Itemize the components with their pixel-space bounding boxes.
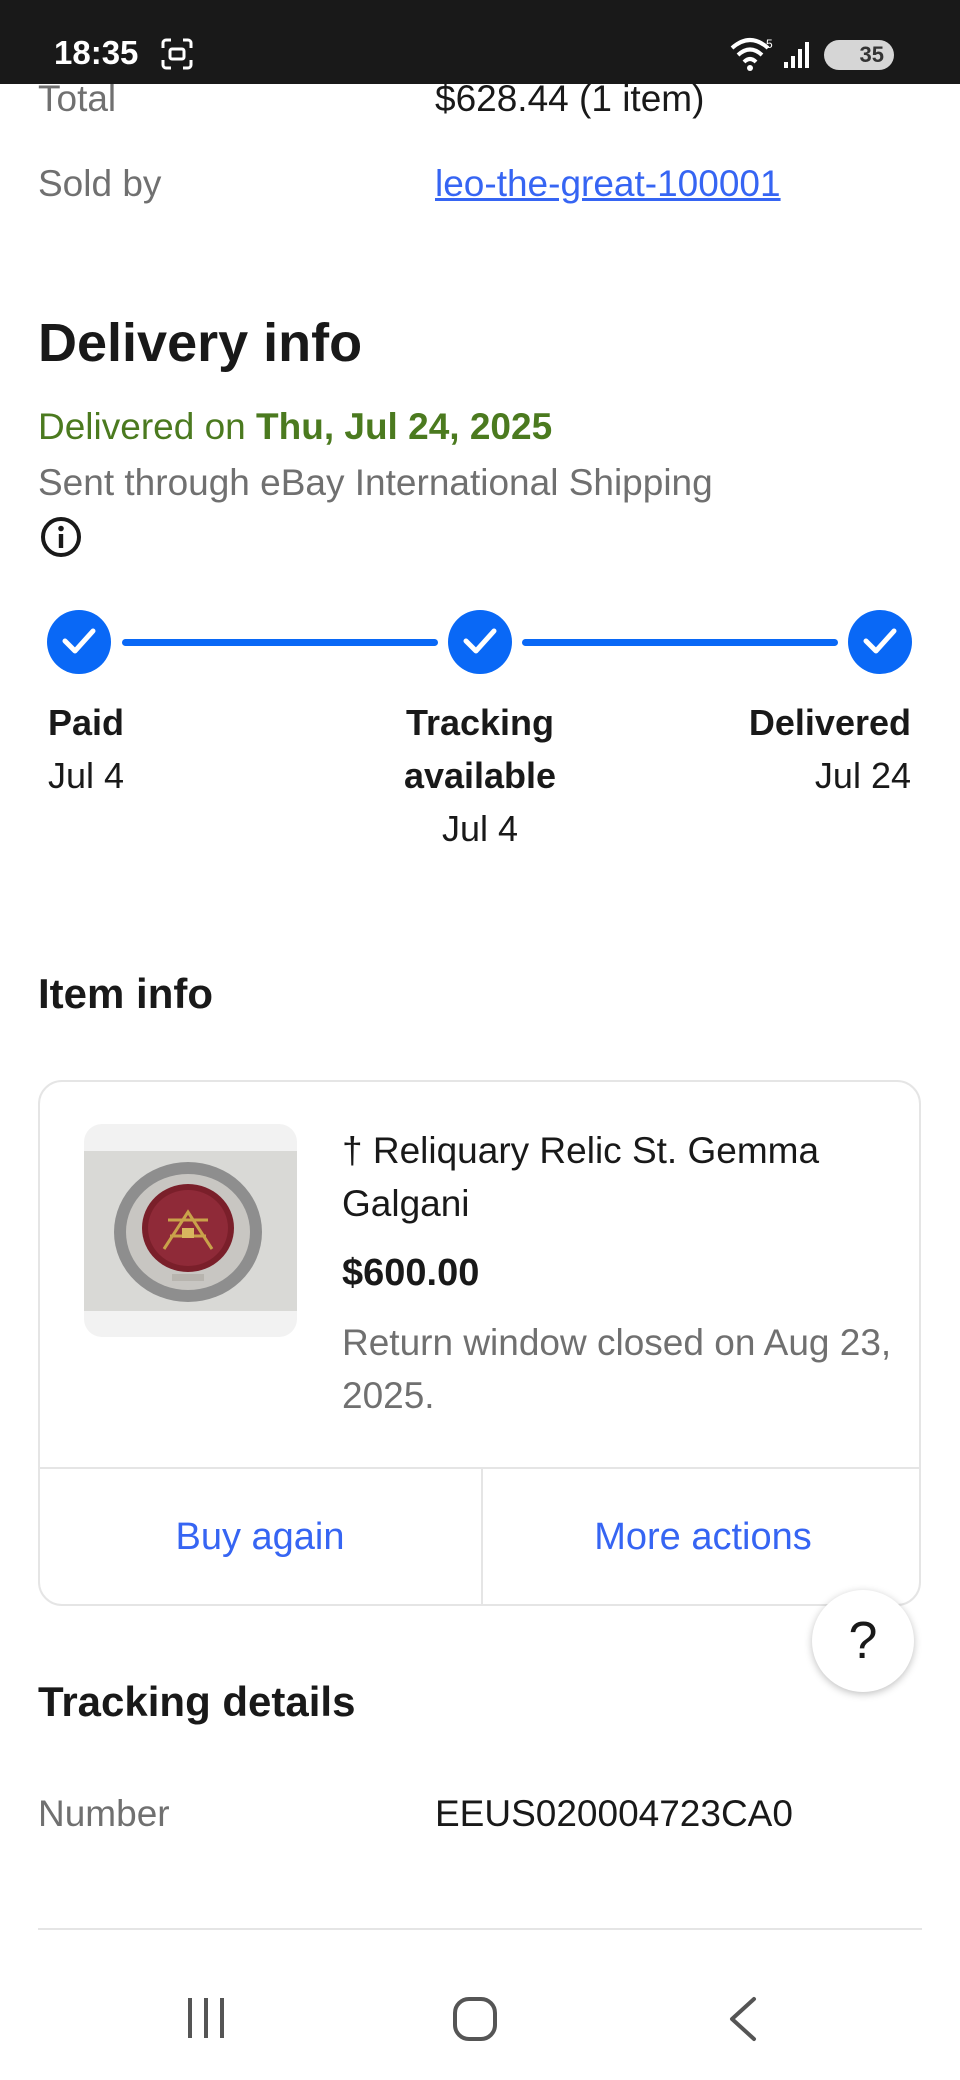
item-thumbnail[interactable]: [84, 1124, 297, 1337]
delivered-date: Thu, Jul 24, 2025: [256, 406, 553, 447]
status-time: 18:35: [54, 34, 139, 71]
item-price: $600.00: [342, 1252, 480, 1294]
recent-apps-icon[interactable]: [184, 1996, 228, 2045]
item-title-link[interactable]: † Reliquary Relic St. Gemma Galgani: [342, 1124, 882, 1230]
tracking-number-label: Number: [38, 1793, 170, 1834]
battery-indicator: 35: [824, 40, 894, 70]
tracking-number-value: EEUS020004723CA0: [435, 1793, 793, 1834]
step-delivered-label: Delivered: [748, 702, 911, 743]
step-delivered-check-icon: [848, 610, 912, 674]
more-actions-button[interactable]: More actions: [483, 1469, 923, 1606]
step-paid-check-icon: [47, 610, 111, 674]
step-paid-date: Jul 4: [48, 755, 125, 796]
info-icon[interactable]: [40, 516, 82, 558]
screenshot-icon: [160, 38, 194, 75]
progress-line-1: [122, 639, 438, 646]
total-label: Total: [38, 78, 117, 119]
status-bar: 18:35 5 35: [0, 0, 960, 84]
home-icon[interactable]: [452, 1996, 498, 2047]
delivery-info-heading: Delivery info: [38, 313, 363, 373]
step-tracking-check-icon: [448, 610, 512, 674]
sold-by-label: Sold by: [38, 163, 162, 204]
total-value: $628.44 (1 item): [435, 78, 705, 119]
wifi-icon: 5: [730, 36, 774, 77]
signal-icon: [782, 40, 812, 75]
shipping-method: Sent through eBay International Shipping: [38, 462, 713, 503]
tracking-details-heading: Tracking details: [38, 1678, 356, 1725]
buy-again-button[interactable]: Buy again: [40, 1469, 480, 1606]
step-tracking-label-1: Tracking: [405, 702, 555, 743]
item-info-heading: Item info: [38, 970, 213, 1017]
return-window-note: Return window closed on Aug 23, 2025.: [342, 1322, 892, 1416]
delivered-status: Delivered on Thu, Jul 24, 2025: [38, 406, 552, 448]
back-icon[interactable]: [726, 1996, 760, 2047]
svg-text:5: 5: [766, 37, 773, 51]
seller-link[interactable]: leo-the-great-100001: [435, 163, 781, 205]
step-paid-label: Paid: [48, 702, 125, 743]
help-button[interactable]: ?: [812, 1590, 914, 1692]
progress-line-2: [522, 639, 838, 646]
step-tracking-label-2: available: [403, 755, 557, 796]
section-divider: [38, 1928, 922, 1930]
step-tracking-date: Jul 4: [441, 808, 519, 849]
item-card: † Reliquary Relic St. Gemma Galgani $600…: [38, 1080, 921, 1606]
delivered-prefix: Delivered on: [38, 406, 257, 447]
step-delivered-date: Jul 24: [814, 755, 911, 796]
